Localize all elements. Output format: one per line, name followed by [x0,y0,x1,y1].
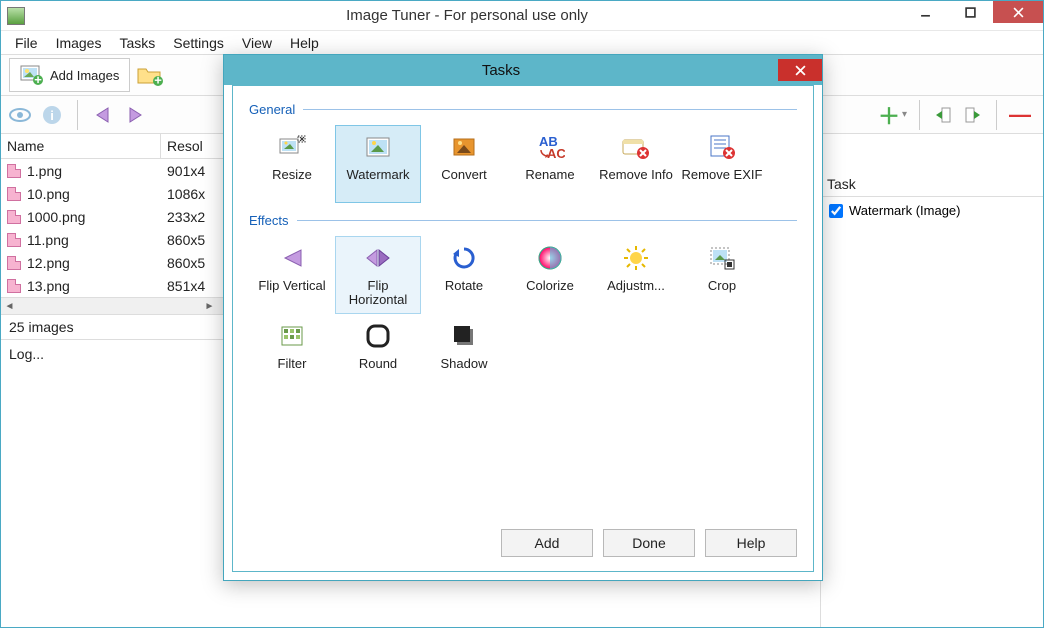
crop-icon [707,243,737,273]
task-header[interactable]: Task [821,172,1043,197]
dropdown-icon[interactable]: ▾ [902,109,907,120]
task-filter[interactable]: Filter [249,314,335,392]
dialog-add-button[interactable]: Add [501,529,593,557]
menu-help[interactable]: Help [282,33,327,53]
task-flip-horizontal[interactable]: Flip Horizontal [335,236,421,314]
remove-exif-icon [707,132,737,162]
file-icon [7,233,21,247]
add-images-button[interactable]: + Add Images [9,58,130,92]
flip-right-icon[interactable] [124,104,146,126]
rename-icon: ABAC [535,132,565,162]
task-checkbox[interactable] [829,204,843,218]
svg-text:AC: AC [547,146,565,160]
file-icon [7,187,21,201]
info-icon[interactable]: i [41,104,63,126]
add-images-icon: + [20,63,44,87]
dialog-done-button[interactable]: Done [603,529,695,557]
svg-text:+: + [155,73,163,87]
maximize-button[interactable] [948,1,993,23]
dialog-help-button[interactable]: Help [705,529,797,557]
menu-tasks[interactable]: Tasks [111,33,163,53]
right-column: Task Watermark (Image) [821,134,1043,627]
task-flip-vertical[interactable]: Flip Vertical [249,236,335,314]
task-adjustment[interactable]: Adjustm... [593,236,679,314]
add-folder-button[interactable]: + [136,64,164,86]
task-remove-exif[interactable]: Remove EXIF [679,125,765,203]
svg-text:+: + [34,72,42,85]
task-watermark[interactable]: Watermark [335,125,421,203]
separator [77,100,78,130]
svg-text:i: i [50,108,54,123]
menu-file[interactable]: File [7,33,46,53]
separator [996,100,997,130]
flip-vertical-icon [277,243,307,273]
close-button[interactable] [993,1,1043,23]
group-effects: Effects [249,213,797,228]
task-round[interactable]: Round [335,314,421,392]
add-images-label: Add Images [50,68,119,83]
rotate-icon [449,243,479,273]
task-rename[interactable]: ABAC Rename [507,125,593,203]
resize-icon [277,132,307,162]
flip-horizontal-icon [363,243,393,273]
menu-settings[interactable]: Settings [165,33,232,53]
minimize-button[interactable] [903,1,948,23]
group-general: General [249,102,797,117]
convert-icon [449,132,479,162]
col-name[interactable]: Name [1,134,161,158]
task-add-icon[interactable]: ＋ [878,104,900,126]
task-remove-icon[interactable]: — [1009,104,1031,126]
file-icon [7,210,21,224]
task-shadow[interactable]: Shadow [421,314,507,392]
task-import-icon[interactable] [932,104,954,126]
menu-images[interactable]: Images [48,33,110,53]
dialog-title: Tasks [224,62,778,79]
general-grid: Resize Watermark Convert ABAC Rename Rem… [249,125,797,203]
task-resize[interactable]: Resize [249,125,335,203]
app-icon [7,7,25,25]
menu-bar: File Images Tasks Settings View Help [1,31,1043,54]
task-item-watermark[interactable]: Watermark (Image) [821,197,1043,224]
file-icon [7,279,21,293]
menu-view[interactable]: View [234,33,280,53]
filter-icon [277,321,307,351]
effects-grid: Flip Vertical Flip Horizontal Rotate Col… [249,236,797,392]
task-item-label: Watermark (Image) [849,203,960,218]
remove-info-icon [621,132,651,162]
adjustment-icon [621,243,651,273]
shadow-icon [449,321,479,351]
preview-icon[interactable] [9,104,31,126]
dialog-close-button[interactable] [778,59,822,81]
separator [919,100,920,130]
window-titlebar: Image Tuner - For personal use only [1,1,1043,31]
colorize-icon [535,243,565,273]
task-crop[interactable]: Crop [679,236,765,314]
dialog-buttons: Add Done Help [501,529,797,557]
file-icon [7,164,21,178]
task-rotate[interactable]: Rotate [421,236,507,314]
task-toolbar: ＋ ▾ — [824,96,1039,134]
window-title: Image Tuner - For personal use only [31,7,903,24]
task-export-icon[interactable] [962,104,984,126]
task-colorize[interactable]: Colorize [507,236,593,314]
task-remove-info[interactable]: Remove Info [593,125,679,203]
flip-left-icon[interactable] [92,104,114,126]
dialog-titlebar[interactable]: Tasks [224,55,822,85]
tasks-dialog: Tasks General Resize Watermark Convert A… [223,54,823,581]
round-icon [363,321,393,351]
file-icon [7,256,21,270]
dialog-body: General Resize Watermark Convert ABAC Re… [232,85,814,572]
task-convert[interactable]: Convert [421,125,507,203]
watermark-icon [363,132,393,162]
